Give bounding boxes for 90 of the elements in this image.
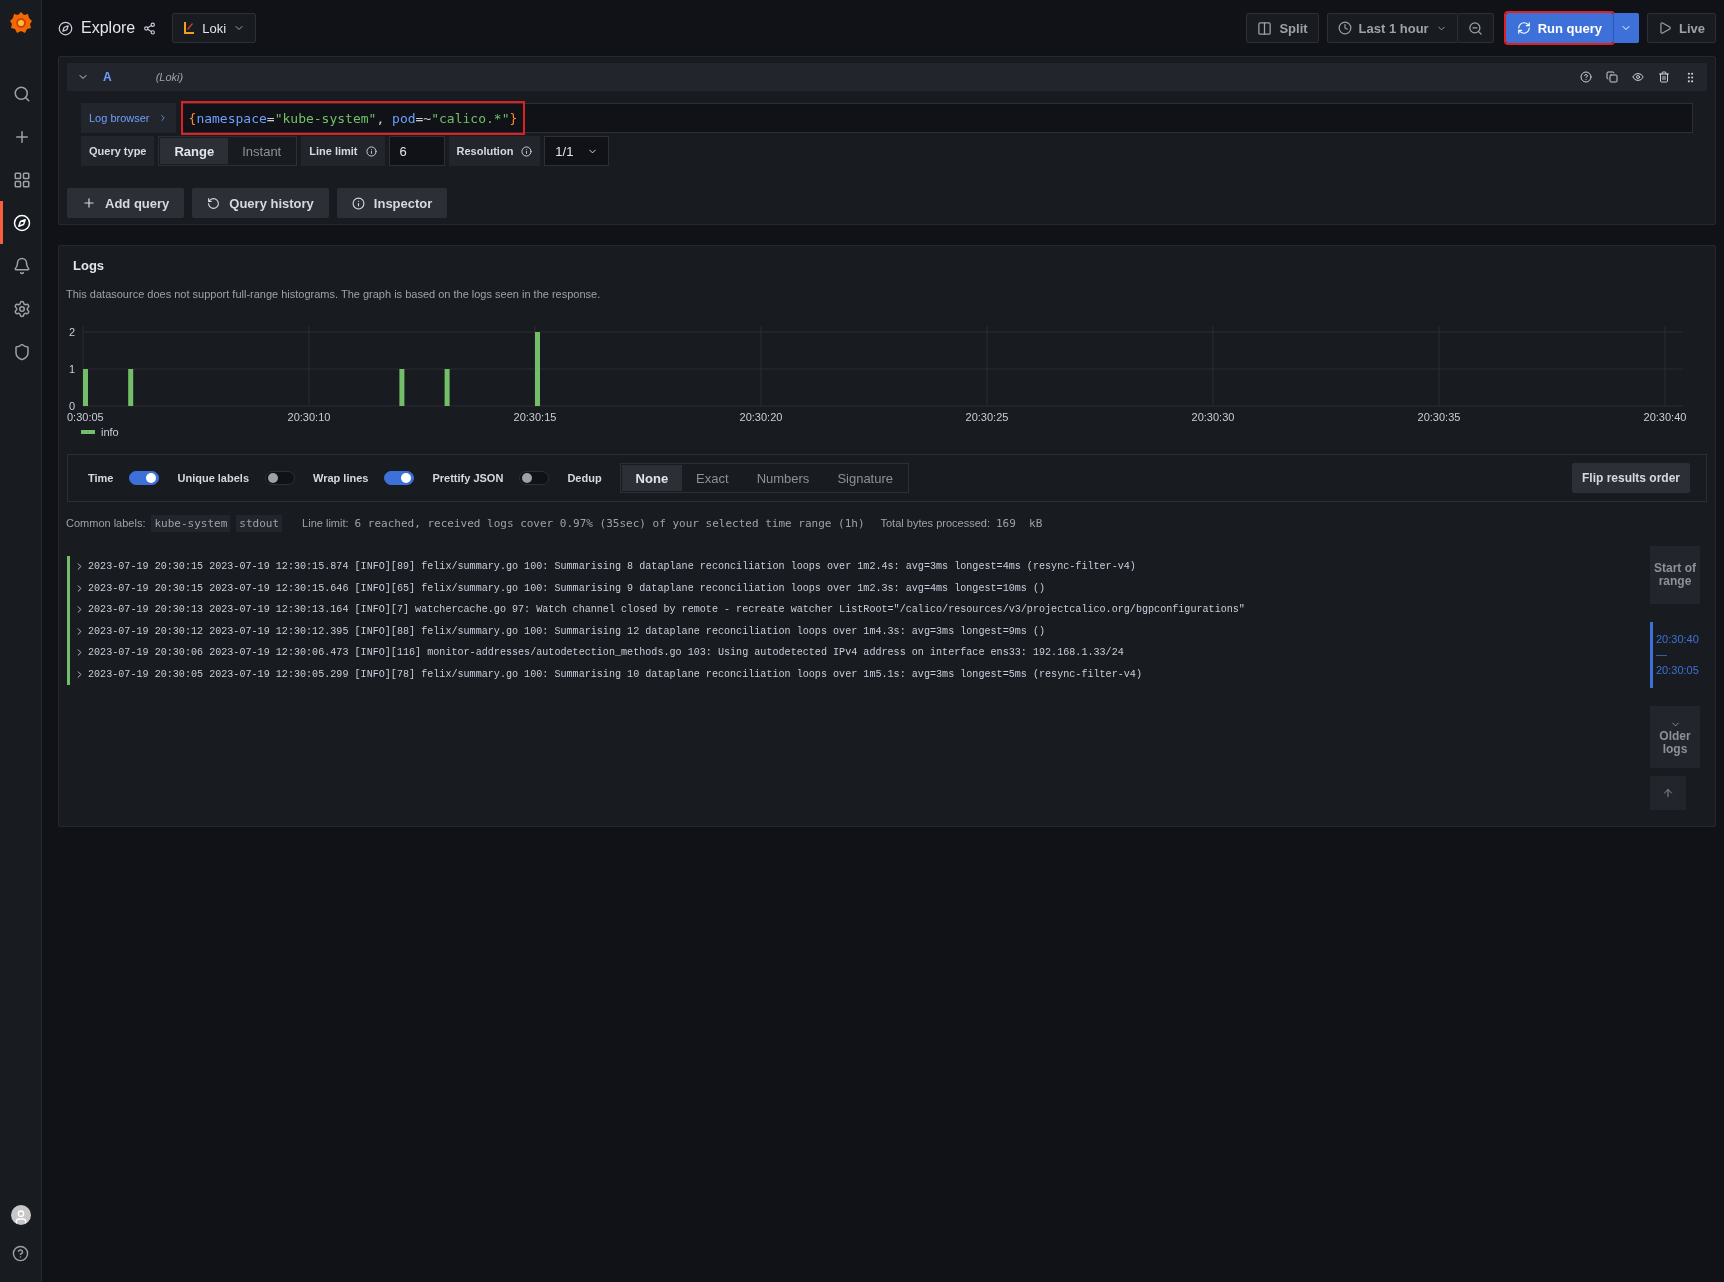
time-range-picker[interactable]: Last 1 hour	[1326, 13, 1458, 43]
compass-icon	[58, 20, 73, 36]
toggle-label: Wrap lines	[313, 472, 369, 484]
query-action-button[interactable]: Query history	[192, 188, 329, 218]
axis-label: 20:30:25	[965, 411, 1009, 423]
meta-value: 6 reached, received logs cover 0.97% (35sec) of your selected time range (1h)	[354, 516, 865, 530]
histogram-bar	[128, 369, 134, 406]
info-icon	[521, 145, 533, 157]
meta-label: Line limit:	[302, 517, 349, 529]
zoom-out-button[interactable]	[1456, 13, 1494, 43]
query-field[interactable]: {namespace="kube-system", pod=~"calico.*"}	[181, 103, 1693, 133]
axis-label: 0	[69, 400, 76, 412]
loki-icon	[183, 21, 196, 35]
field-label: Resolution	[448, 136, 541, 166]
flip-order-button[interactable]: Flip results order	[1571, 463, 1690, 493]
log-line[interactable]: 2023-07-19 20:30:15 2023-07-19 12:30:15.646 [INFO][65] felix/summary.go 100: Summarising 9 dataplane reconciliation loops over 1m2.3s: avg=4ms longest=10ms ()	[67, 577, 1643, 599]
plus-icon	[82, 196, 96, 210]
trash-icon[interactable]	[1658, 71, 1670, 83]
toggle-switch[interactable]	[384, 471, 415, 485]
dedup-option[interactable]: Exact	[682, 465, 743, 491]
toggle-label: Dedup	[567, 472, 602, 484]
axis-label: 20:30:20	[739, 411, 783, 423]
panel-title: Logs	[73, 258, 106, 273]
query-action-button[interactable]: Inspector	[336, 188, 448, 218]
copy-icon[interactable]	[1606, 71, 1618, 83]
query-type-option[interactable]: Range	[160, 138, 229, 164]
eye-icon[interactable]	[1632, 71, 1644, 83]
log-browser-button[interactable]: Log browser	[81, 103, 176, 133]
info-icon	[351, 196, 365, 210]
help-icon[interactable]	[12, 1245, 29, 1262]
start-of-range-button[interactable]: Start of range	[1650, 546, 1700, 604]
toggle-switch[interactable]	[129, 471, 160, 485]
axis-label: 20:30:35	[1417, 411, 1461, 423]
zoom-out-icon	[1467, 20, 1483, 36]
histogram-bar	[83, 369, 88, 406]
line-limit-field[interactable]: 6	[388, 136, 445, 166]
dedup-option[interactable]: Numbers	[742, 465, 824, 491]
legend-label[interactable]: info	[101, 426, 119, 438]
page-title: Explore	[81, 19, 136, 37]
log-line[interactable]: 2023-07-19 20:30:06 2023-07-19 12:30:06.473 [INFO][116] monitor-addresses/autodetection_methods.go 103: Using autodetected IPv4 address on interface ens33: 192.168.1.33/24	[67, 642, 1643, 664]
share-icon[interactable]	[143, 21, 157, 35]
axis-label: 20:30:40	[1643, 411, 1687, 423]
run-query-button[interactable]: Run query	[1505, 13, 1613, 43]
split-button[interactable]: Split	[1246, 13, 1319, 43]
toggle-label: Unique labels	[177, 472, 249, 484]
histogram-bar	[399, 369, 405, 406]
toggle-switch[interactable]	[265, 471, 295, 485]
toggle-label: Time	[88, 472, 114, 484]
histogram-bar	[444, 369, 450, 406]
live-button[interactable]: Live	[1647, 13, 1716, 43]
axis-label: 2	[69, 326, 76, 338]
resolution-select[interactable]: 1/1	[544, 136, 610, 166]
toggle-switch[interactable]	[519, 471, 550, 485]
refresh-icon	[1516, 21, 1531, 35]
log-line[interactable]: 2023-07-19 20:30:15 2023-07-19 12:30:15.874 [INFO][89] felix/summary.go 100: Summarising 8 dataplane reconciliation loops over 1m2.4s: avg=3ms longest=4ms (resync-filter-v4)	[67, 556, 1643, 578]
axis-label: 0:30:05	[67, 411, 104, 423]
info-icon	[365, 145, 377, 157]
dedup-option[interactable]: None	[621, 465, 683, 491]
meta-value: 169 kB	[995, 516, 1043, 530]
field-label: Line limit	[301, 136, 385, 166]
dedup-option[interactable]: Signature	[823, 465, 908, 491]
older-logs-button[interactable]: Older logs	[1650, 706, 1700, 769]
avatar[interactable]	[10, 1205, 31, 1225]
histogram-notice: This datasource does not support full-range histograms. The graph is based on the logs seen in the response.	[66, 288, 602, 300]
axis-label: 20:30:10	[287, 411, 331, 423]
query-type-option[interactable]: Instant	[228, 138, 296, 164]
label-chip: stdout	[236, 514, 283, 532]
meta-label: Total bytes processed:	[880, 517, 990, 529]
label-chip: kube-system	[151, 514, 231, 532]
axis-label: 20:30:15	[513, 411, 557, 423]
range-label: 20:30:40 — 20:30:05	[1650, 622, 1700, 689]
log-line[interactable]: 2023-07-19 20:30:13 2023-07-19 12:30:13.164 [INFO][7] watchercache.go 97: Watch channel closed by remote - recreate watcher ListRoot="/calico/resources/v3/projectcalico.org/bgpconfigurations"	[67, 599, 1643, 621]
axis-label: 1	[69, 363, 76, 375]
field-label: Query type	[81, 136, 155, 166]
history-icon	[207, 196, 221, 210]
log-line[interactable]: 2023-07-19 20:30:05 2023-07-19 12:30:05.299 [INFO][78] felix/summary.go 100: Summarising 10 dataplane reconciliation loops over 1m5.1s: avg=3ms longest=5ms (resync-filter-v4)	[67, 663, 1643, 685]
query-ref: A	[103, 70, 112, 84]
toggle-label: Prettify JSON	[432, 472, 504, 484]
query-action-button[interactable]: Add query	[67, 188, 185, 218]
logo-icon[interactable]	[8, 10, 33, 36]
meta-label: Common labels:	[66, 517, 146, 529]
query-datasource: (Loki)	[155, 71, 184, 83]
datasource-picker[interactable]: Loki	[172, 13, 257, 43]
help-icon[interactable]	[1580, 71, 1592, 83]
columns-icon	[1257, 20, 1273, 36]
log-line[interactable]: 2023-07-19 20:30:12 2023-07-19 12:30:12.395 [INFO][88] felix/summary.go 100: Summarising 12 dataplane reconciliation loops over 1m4.3s: avg=3ms longest=9ms ()	[67, 620, 1643, 642]
clock-icon	[1337, 21, 1352, 35]
axis-label: 20:30:30	[1191, 411, 1235, 423]
arrow-up-icon	[1662, 787, 1674, 800]
play-icon	[1658, 21, 1672, 35]
